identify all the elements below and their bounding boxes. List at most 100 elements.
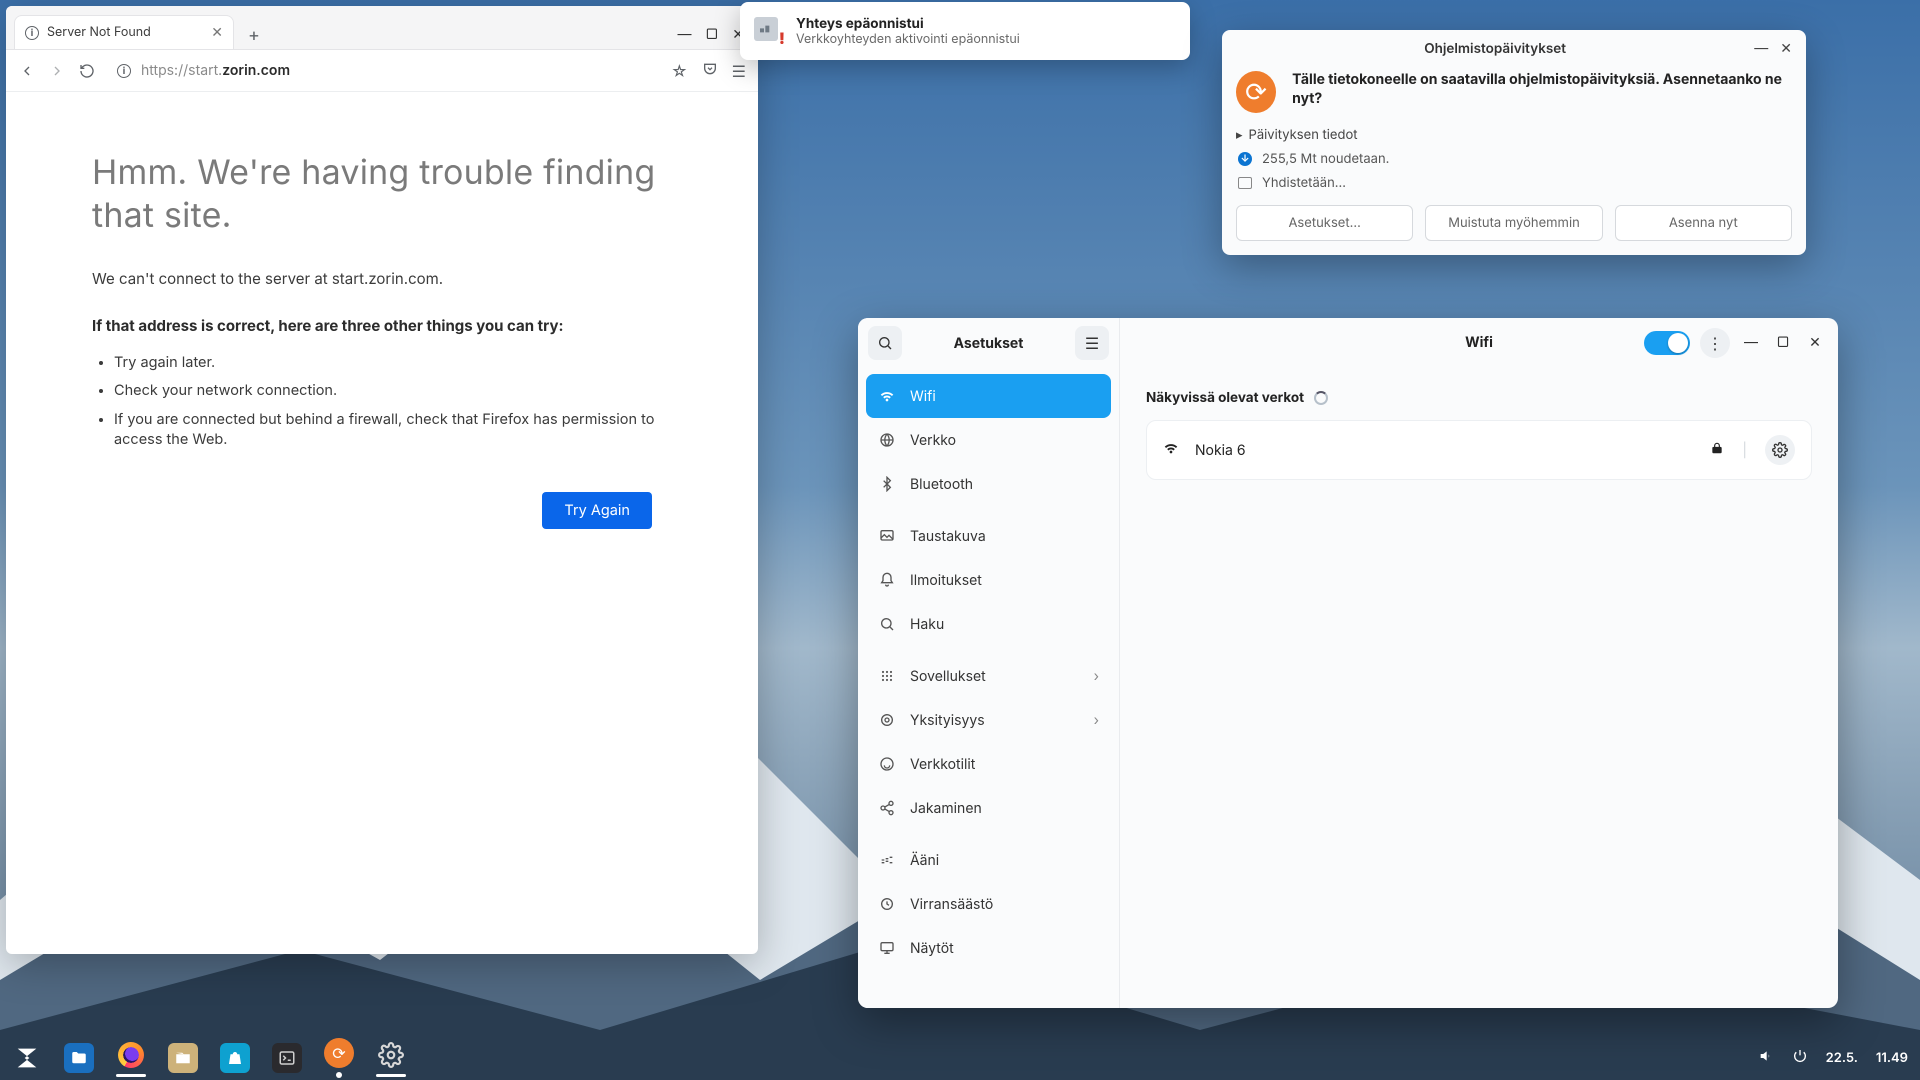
sidebar-item-label: Sovellukset — [910, 668, 986, 685]
sidebar-item-label: Jakaminen — [910, 800, 982, 817]
wallpaper-icon — [878, 527, 896, 545]
clock-date[interactable]: 22.5. — [1826, 1050, 1858, 1066]
sound-icon — [878, 851, 896, 869]
visible-networks-label: Näkyvissä olevat verkot — [1146, 390, 1812, 406]
site-info-icon[interactable]: i — [117, 64, 131, 78]
sidebar-item-bluetooth[interactable]: Bluetooth — [866, 462, 1111, 506]
network-error-toast[interactable]: ! Yhteys epäonnistui Verkkoyhteyden akti… — [740, 2, 1190, 60]
sidebar-item-label: Bluetooth — [910, 476, 973, 493]
network-error-icon: ! — [754, 17, 782, 45]
download-icon: ↓ — [1238, 152, 1252, 166]
taskbar: ⟳ 22.5. 11.49 — [0, 1036, 1920, 1080]
search-button[interactable] — [868, 326, 902, 360]
kebab-menu[interactable]: ⋮ — [1700, 328, 1730, 358]
updates-settings-button[interactable]: Asetukset… — [1236, 205, 1413, 241]
maximize-icon[interactable]: ▢ — [705, 26, 718, 43]
bookmark-icon[interactable]: ☆ — [671, 61, 688, 81]
back-button[interactable] — [18, 62, 36, 80]
error-tips: Try again later. Check your network conn… — [92, 353, 698, 450]
toast-title: Yhteys epäonnistui — [796, 16, 1020, 32]
files-app-icon[interactable] — [64, 1043, 94, 1073]
sidebar-item-wifi[interactable]: Wifi — [866, 374, 1111, 418]
error-tip: If you are connected but behind a firewa… — [114, 410, 698, 451]
settings-sidebar: Asetukset ☰ Wifi Verkko Bluetooth Tausta… — [858, 318, 1120, 1008]
sidebar-item-verkko[interactable]: Verkko — [866, 418, 1111, 462]
software-store-icon[interactable] — [220, 1043, 250, 1073]
close-icon[interactable]: ✕ — [1780, 40, 1792, 57]
bell-icon — [878, 571, 896, 589]
chevron-right-icon: ▸ — [1236, 127, 1243, 143]
settings-list: Wifi Verkko Bluetooth Taustakuva Ilmoitu… — [858, 368, 1119, 976]
power-icon[interactable] — [1792, 1048, 1808, 1068]
new-tab-button[interactable]: + — [240, 21, 268, 49]
sidebar-item-haku[interactable]: Haku — [866, 602, 1111, 646]
forward-button[interactable] — [48, 62, 66, 80]
sidebar-item-aani[interactable]: Ääni — [866, 838, 1111, 882]
sidebar-item-verkkotilit[interactable]: Verkkotilit — [866, 742, 1111, 786]
toast-text: Yhteys epäonnistui Verkkoyhteyden aktivo… — [796, 16, 1020, 47]
settings-icon[interactable] — [376, 1040, 406, 1070]
minimize-icon[interactable]: — — [1740, 332, 1762, 354]
active-indicator — [376, 1074, 406, 1077]
updates-details-toggle[interactable]: ▸ Päivityksen tiedot — [1236, 127, 1792, 143]
download-size: ↓ 255,5 Mt noudetaan. — [1238, 151, 1792, 167]
settings-page-title: Wifi — [1367, 334, 1592, 351]
error-tip: Check your network connection. — [114, 381, 698, 401]
network-row[interactable]: Nokia 6 | — [1147, 427, 1811, 473]
sidebar-item-taustakuva[interactable]: Taustakuva — [866, 514, 1111, 558]
file-manager-icon[interactable] — [168, 1043, 198, 1073]
updates-later-button[interactable]: Muistuta myöhemmin — [1425, 205, 1602, 241]
sidebar-item-virransaasto[interactable]: Virransäästö — [866, 882, 1111, 926]
clock-time[interactable]: 11.49 — [1876, 1050, 1908, 1066]
sidebar-item-label: Yksityisyys — [910, 712, 985, 729]
hamburger-button[interactable]: ☰ — [1075, 326, 1109, 360]
try-again-button[interactable]: Try Again — [542, 492, 652, 529]
reload-button[interactable] — [78, 62, 96, 80]
network-list: Nokia 6 | — [1146, 420, 1812, 480]
sidebar-item-label: Taustakuva — [910, 528, 986, 545]
dock: ⟳ — [12, 1038, 406, 1078]
chevron-right-icon: › — [1094, 712, 1099, 729]
sidebar-item-label: Verkkotilit — [910, 756, 975, 773]
wifi-signal-icon — [1163, 440, 1179, 460]
updater-icon[interactable]: ⟳ — [324, 1038, 354, 1068]
connecting-status: Yhdistetään… — [1238, 175, 1792, 191]
menu-icon[interactable]: ☰ — [732, 61, 746, 81]
updates-install-button[interactable]: Asenna nyt — [1615, 205, 1792, 241]
maximize-icon[interactable]: ▢ — [1772, 332, 1794, 354]
wifi-icon — [878, 387, 896, 405]
network-name: Nokia 6 — [1195, 442, 1246, 459]
sidebar-item-sovellukset[interactable]: Sovellukset› — [866, 654, 1111, 698]
address-bar[interactable]: i https://start.zorin.com — [108, 56, 659, 86]
updates-headline: Tälle tietokoneelle on saatavilla ohjelm… — [1292, 71, 1792, 113]
terminal-icon[interactable] — [272, 1043, 302, 1073]
sidebar-item-jakaminen[interactable]: Jakaminen — [866, 786, 1111, 830]
info-icon: i — [25, 26, 39, 40]
start-menu-button[interactable] — [12, 1043, 42, 1073]
firefox-icon[interactable] — [116, 1040, 146, 1070]
system-tray: 22.5. 11.49 — [1758, 1048, 1908, 1068]
pocket-icon[interactable] — [702, 61, 718, 81]
minimize-icon[interactable]: — — [677, 26, 691, 43]
sidebar-item-ilmoitukset[interactable]: Ilmoitukset — [866, 558, 1111, 602]
network-settings-button[interactable] — [1765, 435, 1795, 465]
browser-tab[interactable]: i Server Not Found ✕ — [14, 15, 234, 49]
sidebar-item-yksityisyys[interactable]: Yksityisyys › — [866, 698, 1111, 742]
browser-content: Hmm. We're having trouble finding that s… — [6, 92, 758, 954]
wifi-toggle[interactable] — [1644, 331, 1690, 355]
globe-icon — [878, 431, 896, 449]
sidebar-item-label: Haku — [910, 616, 944, 633]
sidebar-item-label: Näytöt — [910, 940, 954, 957]
sidebar-item-naytot[interactable]: Näytöt — [866, 926, 1111, 970]
sidebar-item-label: Wifi — [910, 388, 936, 405]
sidebar-item-label: Ääni — [910, 852, 939, 869]
browser-window: i Server Not Found ✕ + — ▢ ✕ i https://s… — [6, 6, 758, 954]
sidebar-item-label: Ilmoitukset — [910, 572, 982, 589]
toast-subtitle: Verkkoyhteyden aktivointi epäonnistui — [796, 32, 1020, 47]
close-icon[interactable]: ✕ — [1804, 332, 1826, 354]
volume-icon[interactable] — [1758, 1048, 1774, 1068]
display-icon — [878, 939, 896, 957]
close-icon[interactable]: ✕ — [211, 24, 223, 41]
minimize-icon[interactable]: — — [1754, 40, 1768, 57]
update-icon: ⟳ — [1236, 71, 1276, 113]
